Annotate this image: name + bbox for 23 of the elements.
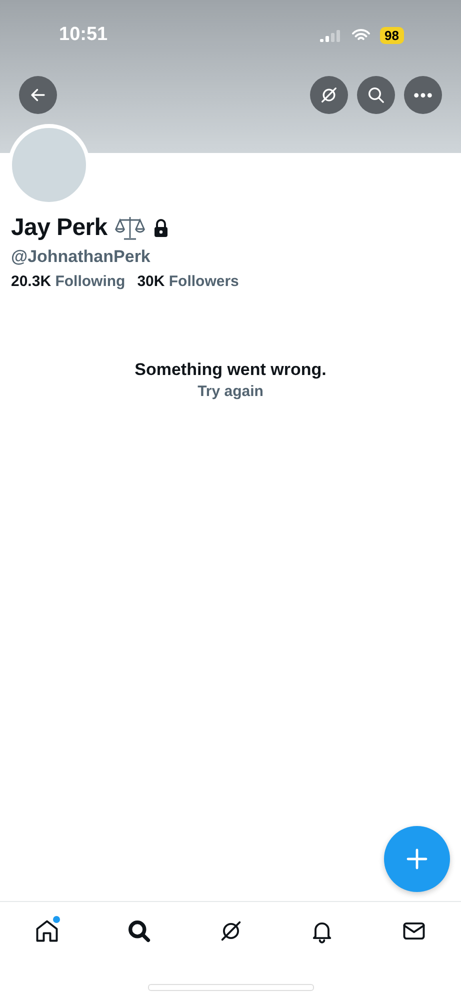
back-arrow-icon	[29, 86, 47, 104]
followers-link[interactable]: 30K Followers	[137, 273, 239, 290]
profile-name: Jay Perk	[11, 214, 108, 242]
back-button[interactable]	[19, 76, 57, 114]
battery-level: 98	[380, 26, 404, 44]
signal-icon	[320, 28, 342, 42]
home-icon	[34, 918, 60, 944]
profile-handle: @JohnathanPerk	[11, 247, 152, 267]
slashed-circle-icon	[319, 85, 339, 105]
plus-icon	[405, 847, 429, 871]
status-time: 10:51	[59, 24, 109, 46]
try-again-button[interactable]: Try again	[198, 383, 264, 400]
following-link[interactable]: 20.3K Following	[11, 273, 126, 290]
more-icon	[413, 92, 433, 98]
grok-button[interactable]	[310, 76, 348, 114]
wifi-icon	[352, 28, 370, 42]
error-message: Something went wrong.	[134, 360, 326, 380]
compose-button[interactable]	[384, 826, 450, 892]
search-icon	[366, 85, 386, 105]
search-icon	[126, 918, 152, 944]
more-button[interactable]	[404, 76, 442, 114]
scales-icon	[115, 215, 146, 241]
search-button[interactable]	[357, 76, 395, 114]
